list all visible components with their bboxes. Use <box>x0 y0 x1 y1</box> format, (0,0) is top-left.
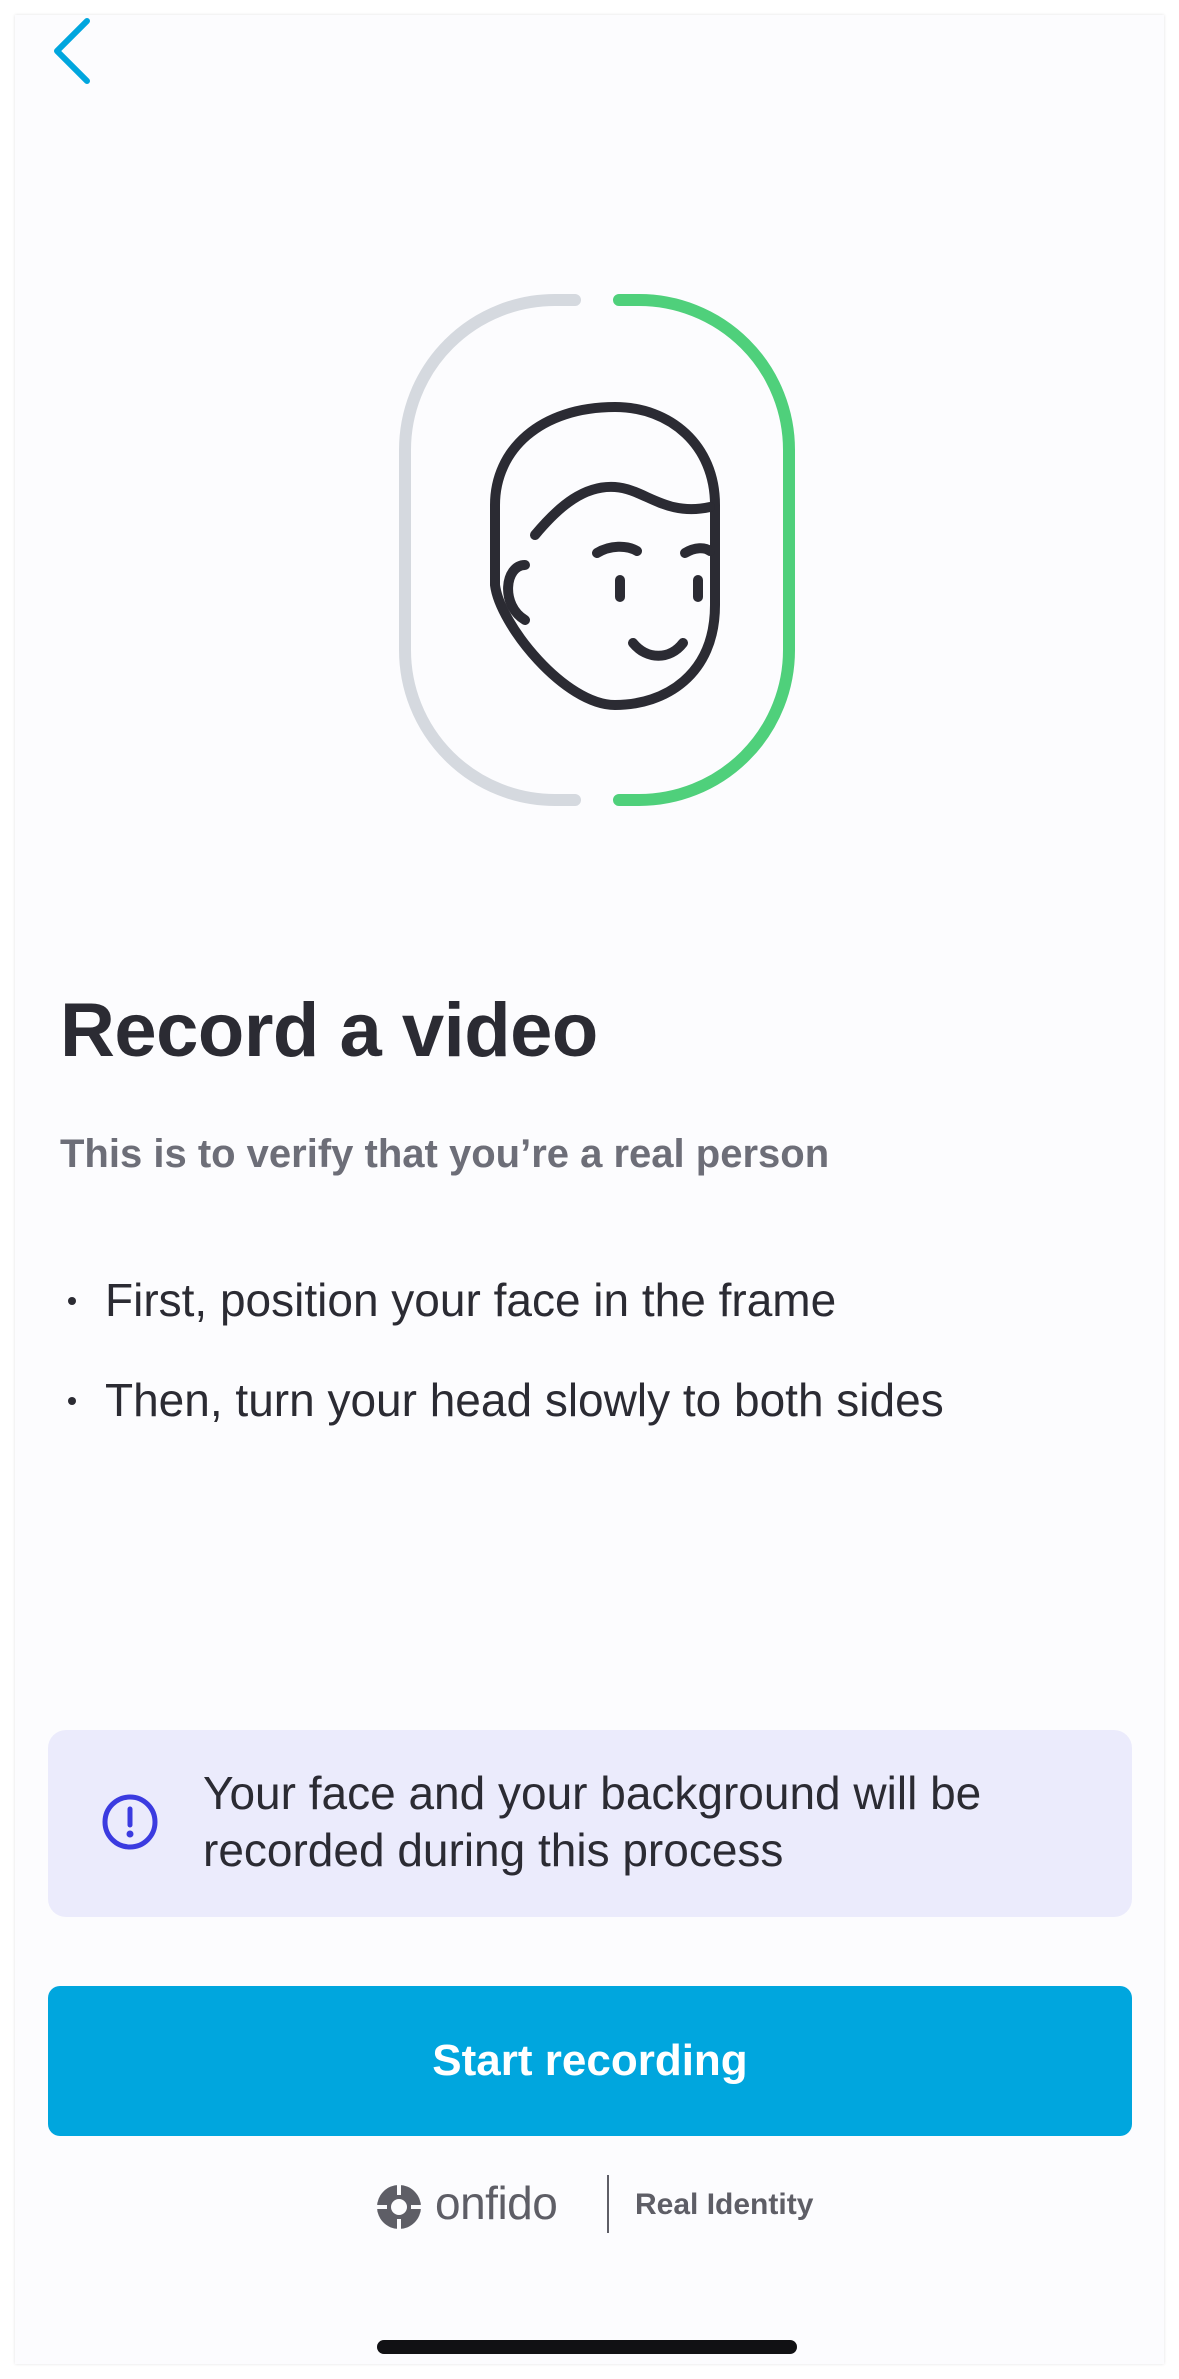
onfido-logo-icon <box>377 2185 421 2229</box>
start-recording-button[interactable]: Start recording <box>48 1986 1132 2136</box>
face-frame-icon <box>399 294 795 806</box>
instruction-item: Then, turn your head slowly to both side… <box>60 1370 944 1470</box>
instruction-text: First, position your face in the frame <box>105 1274 837 1326</box>
footer-tagline: Real Identity <box>635 2188 814 2221</box>
bullet-icon <box>68 1297 76 1305</box>
footer-divider <box>607 2175 609 2233</box>
chevron-left-icon <box>54 18 90 84</box>
instruction-list: First, position your face in the frame T… <box>60 1270 944 1470</box>
info-alert-icon <box>102 1794 158 1850</box>
back-button[interactable] <box>35 15 115 105</box>
footer-branding: onfido Real Identity <box>375 2175 815 2235</box>
footer-brand: onfido <box>435 2177 558 2229</box>
instruction-text: Then, turn your head slowly to both side… <box>105 1374 944 1426</box>
recording-notice: Your face and your background will be re… <box>48 1730 1132 1917</box>
app-screen: Record a video This is to verify that yo… <box>15 15 1164 2364</box>
notice-text: Your face and your background will be re… <box>203 1767 982 1876</box>
page-subtitle: This is to verify that you’re a real per… <box>60 1132 830 1176</box>
home-indicator[interactable] <box>377 2340 797 2354</box>
bullet-icon <box>68 1397 76 1405</box>
page-title: Record a video <box>60 988 598 1073</box>
instruction-item: First, position your face in the frame <box>60 1270 944 1370</box>
